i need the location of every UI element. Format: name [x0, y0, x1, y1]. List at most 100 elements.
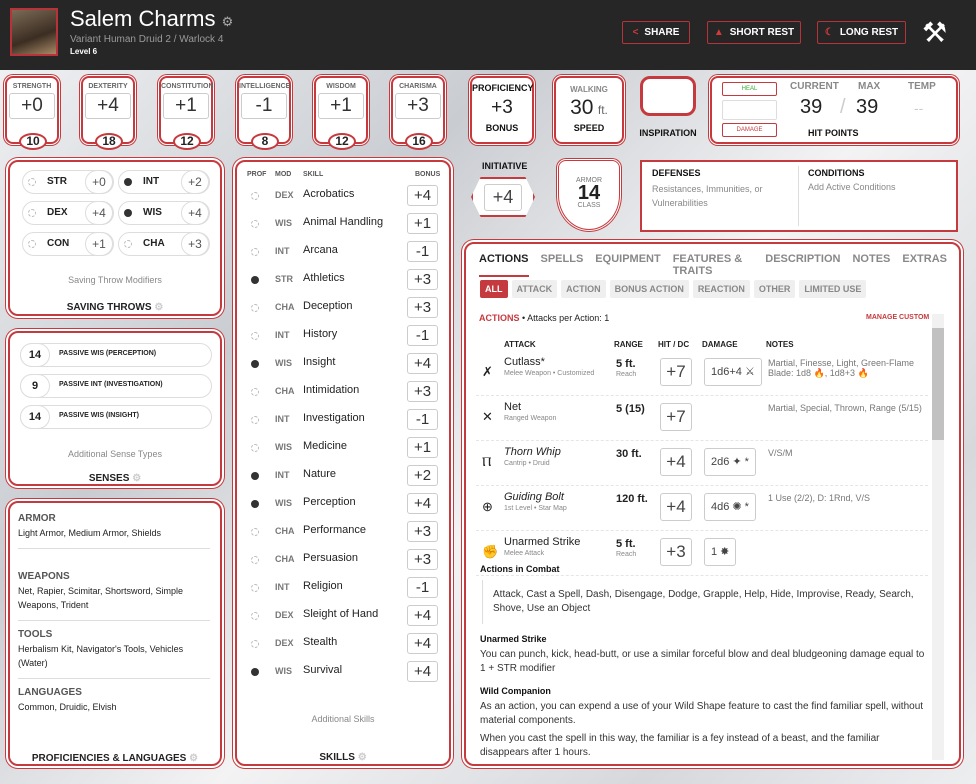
skill-row-acrobatics[interactable]: DEX Acrobatics +4 — [237, 184, 451, 208]
skill-bonus[interactable]: +3 — [407, 297, 438, 318]
attack-name[interactable]: Guiding Bolt — [504, 491, 564, 503]
attack-hit-button[interactable]: +4 — [660, 493, 692, 521]
skill-row-deception[interactable]: CHA Deception +3 — [237, 296, 451, 320]
attack-hit-button[interactable]: +7 — [660, 403, 692, 431]
attack-row[interactable]: ⊕ Guiding Bolt 1st Level • Star Map 120 ft.… — [476, 487, 928, 531]
attack-damage-button[interactable]: 4d6 ✺ * — [704, 493, 756, 521]
filter-all[interactable]: ALL — [480, 280, 508, 298]
skill-row-performance[interactable]: CHA Performance +3 — [237, 520, 451, 544]
ability-score[interactable]: 8 — [251, 133, 279, 150]
skill-bonus[interactable]: +4 — [407, 353, 438, 374]
tab-spells[interactable]: SPELLS — [541, 253, 584, 277]
skill-bonus[interactable]: +4 — [407, 633, 438, 654]
initiative-value[interactable]: +4 — [484, 184, 522, 211]
ability-strength[interactable]: STRENGTH +0 10 — [5, 76, 59, 150]
attack-damage-button[interactable]: 1 ✸ — [704, 538, 737, 566]
gear-icon[interactable]: ⚙ — [154, 302, 163, 313]
senses-title[interactable]: SENSES ⚙ — [10, 473, 220, 484]
attack-hit-button[interactable]: +4 — [660, 448, 692, 476]
gear-icon[interactable]: ⚙ — [132, 473, 141, 484]
skills-title[interactable]: SKILLS ⚙ — [237, 752, 449, 763]
skill-bonus[interactable]: +3 — [407, 269, 438, 290]
filter-reaction[interactable]: REACTION — [692, 280, 750, 298]
saving-throw-wis[interactable]: WIS +4 — [118, 201, 210, 225]
tab-actions[interactable]: ACTIONS — [479, 253, 529, 277]
filter-attack[interactable]: ATTACK — [511, 280, 558, 298]
saving-throw-str[interactable]: STR +0 — [22, 170, 114, 194]
saving-throw-dex[interactable]: DEX +4 — [22, 201, 114, 225]
skill-bonus[interactable]: -1 — [407, 409, 438, 430]
skill-bonus[interactable]: +3 — [407, 381, 438, 402]
attack-row[interactable]: ✗ Cutlass* Melee Weapon • Customized 5 ft. R… — [476, 352, 928, 396]
skill-row-arcana[interactable]: INT Arcana -1 — [237, 240, 451, 264]
attack-name[interactable]: Unarmed Strike — [504, 536, 580, 548]
skill-row-insight[interactable]: WIS Insight +4 — [237, 352, 451, 376]
ability-score[interactable]: 16 — [405, 133, 433, 150]
short-rest-button[interactable]: ▲ SHORT REST — [707, 21, 801, 44]
skill-bonus[interactable]: +1 — [407, 213, 438, 234]
manage-custom-button[interactable]: MANAGE CUSTOM — [866, 314, 929, 321]
ability-score[interactable]: 18 — [95, 133, 123, 150]
hp-amount-input[interactable] — [722, 100, 777, 120]
skill-row-sleight-of-hand[interactable]: DEX Sleight of Hand +4 — [237, 604, 451, 628]
saving-throw-cha[interactable]: CHA +3 — [118, 232, 210, 256]
long-rest-button[interactable]: ☾ LONG REST — [817, 21, 906, 44]
skill-row-investigation[interactable]: INT Investigation -1 — [237, 408, 451, 432]
attack-name[interactable]: Thorn Whip — [504, 446, 561, 458]
skill-bonus[interactable]: +4 — [407, 493, 438, 514]
filter-action[interactable]: ACTION — [561, 280, 606, 298]
skill-bonus[interactable]: +3 — [407, 549, 438, 570]
ability-intelligence[interactable]: INTELLIGENCE -1 8 — [237, 76, 291, 150]
skill-row-stealth[interactable]: DEX Stealth +4 — [237, 632, 451, 656]
scrollbar[interactable] — [932, 314, 944, 760]
gear-icon[interactable]: ⚙ — [222, 14, 234, 29]
ability-score[interactable]: 10 — [19, 133, 47, 150]
tab-notes[interactable]: NOTES — [852, 253, 890, 277]
attack-row[interactable]: Ⲡ Thorn Whip Cantrip • Druid 30 ft. +4 2d6 ✦ … — [476, 442, 928, 486]
share-button[interactable]: < SHARE — [622, 21, 690, 44]
skill-bonus[interactable]: +3 — [407, 521, 438, 542]
skill-bonus[interactable]: +2 — [407, 465, 438, 486]
tab-features-traits[interactable]: FEATURES & TRAITS — [673, 253, 754, 277]
saving-throw-con[interactable]: CON +1 — [22, 232, 114, 256]
skill-row-perception[interactable]: WIS Perception +4 — [237, 492, 451, 516]
ability-charisma[interactable]: CHARISMA +3 16 — [391, 76, 445, 150]
saving-throw-int[interactable]: INT +2 — [118, 170, 210, 194]
skill-bonus[interactable]: -1 — [407, 241, 438, 262]
attack-damage-button[interactable]: 2d6 ✦ * — [704, 448, 756, 476]
skill-row-intimidation[interactable]: CHA Intimidation +3 — [237, 380, 451, 404]
proficiencies-title[interactable]: PROFICIENCIES & LANGUAGES ⚙ — [10, 753, 220, 764]
attack-hit-button[interactable]: +7 — [660, 358, 692, 386]
ability-score[interactable]: 12 — [173, 133, 201, 150]
attack-name[interactable]: Net — [504, 401, 521, 413]
skill-bonus[interactable]: +4 — [407, 661, 438, 682]
skill-bonus[interactable]: +4 — [407, 605, 438, 626]
attack-name[interactable]: Cutlass* — [504, 356, 545, 368]
attack-row[interactable]: ✕ Net Ranged Weapon 5 (15) +7 Martial, Specia… — [476, 397, 928, 441]
skill-bonus[interactable]: -1 — [407, 325, 438, 346]
skill-row-athletics[interactable]: STR Athletics +3 — [237, 268, 451, 292]
ability-wisdom[interactable]: WISDOM +1 12 — [314, 76, 368, 150]
scrollbar-thumb[interactable] — [932, 328, 944, 440]
attack-damage-button[interactable]: 1d6+4 ⚔ — [704, 358, 762, 386]
skill-row-medicine[interactable]: WIS Medicine +1 — [237, 436, 451, 460]
heal-button[interactable]: HEAL — [722, 82, 777, 96]
ability-score[interactable]: 12 — [328, 133, 356, 150]
filter-other[interactable]: OTHER — [753, 280, 796, 298]
skill-row-survival[interactable]: WIS Survival +4 — [237, 660, 451, 684]
avatar[interactable] — [10, 8, 58, 56]
skill-row-nature[interactable]: INT Nature +2 — [237, 464, 451, 488]
defenses-conditions[interactable]: DEFENSES Resistances, Immunities, or Vul… — [640, 160, 958, 232]
skill-row-animal-handling[interactable]: WIS Animal Handling +1 — [237, 212, 451, 236]
skill-bonus[interactable]: +1 — [407, 437, 438, 458]
skill-bonus[interactable]: -1 — [407, 577, 438, 598]
inspiration-toggle[interactable] — [640, 76, 696, 116]
filter-bonus-action[interactable]: BONUS ACTION — [609, 280, 689, 298]
skill-row-history[interactable]: INT History -1 — [237, 324, 451, 348]
tab-description[interactable]: DESCRIPTION — [765, 253, 840, 277]
gear-icon[interactable]: ⚙ — [358, 752, 367, 763]
skill-row-persuasion[interactable]: CHA Persuasion +3 — [237, 548, 451, 572]
anvil-logo-icon[interactable]: ⚒ — [922, 16, 947, 49]
tab-equipment[interactable]: EQUIPMENT — [595, 253, 660, 277]
gear-icon[interactable]: ⚙ — [189, 753, 198, 764]
